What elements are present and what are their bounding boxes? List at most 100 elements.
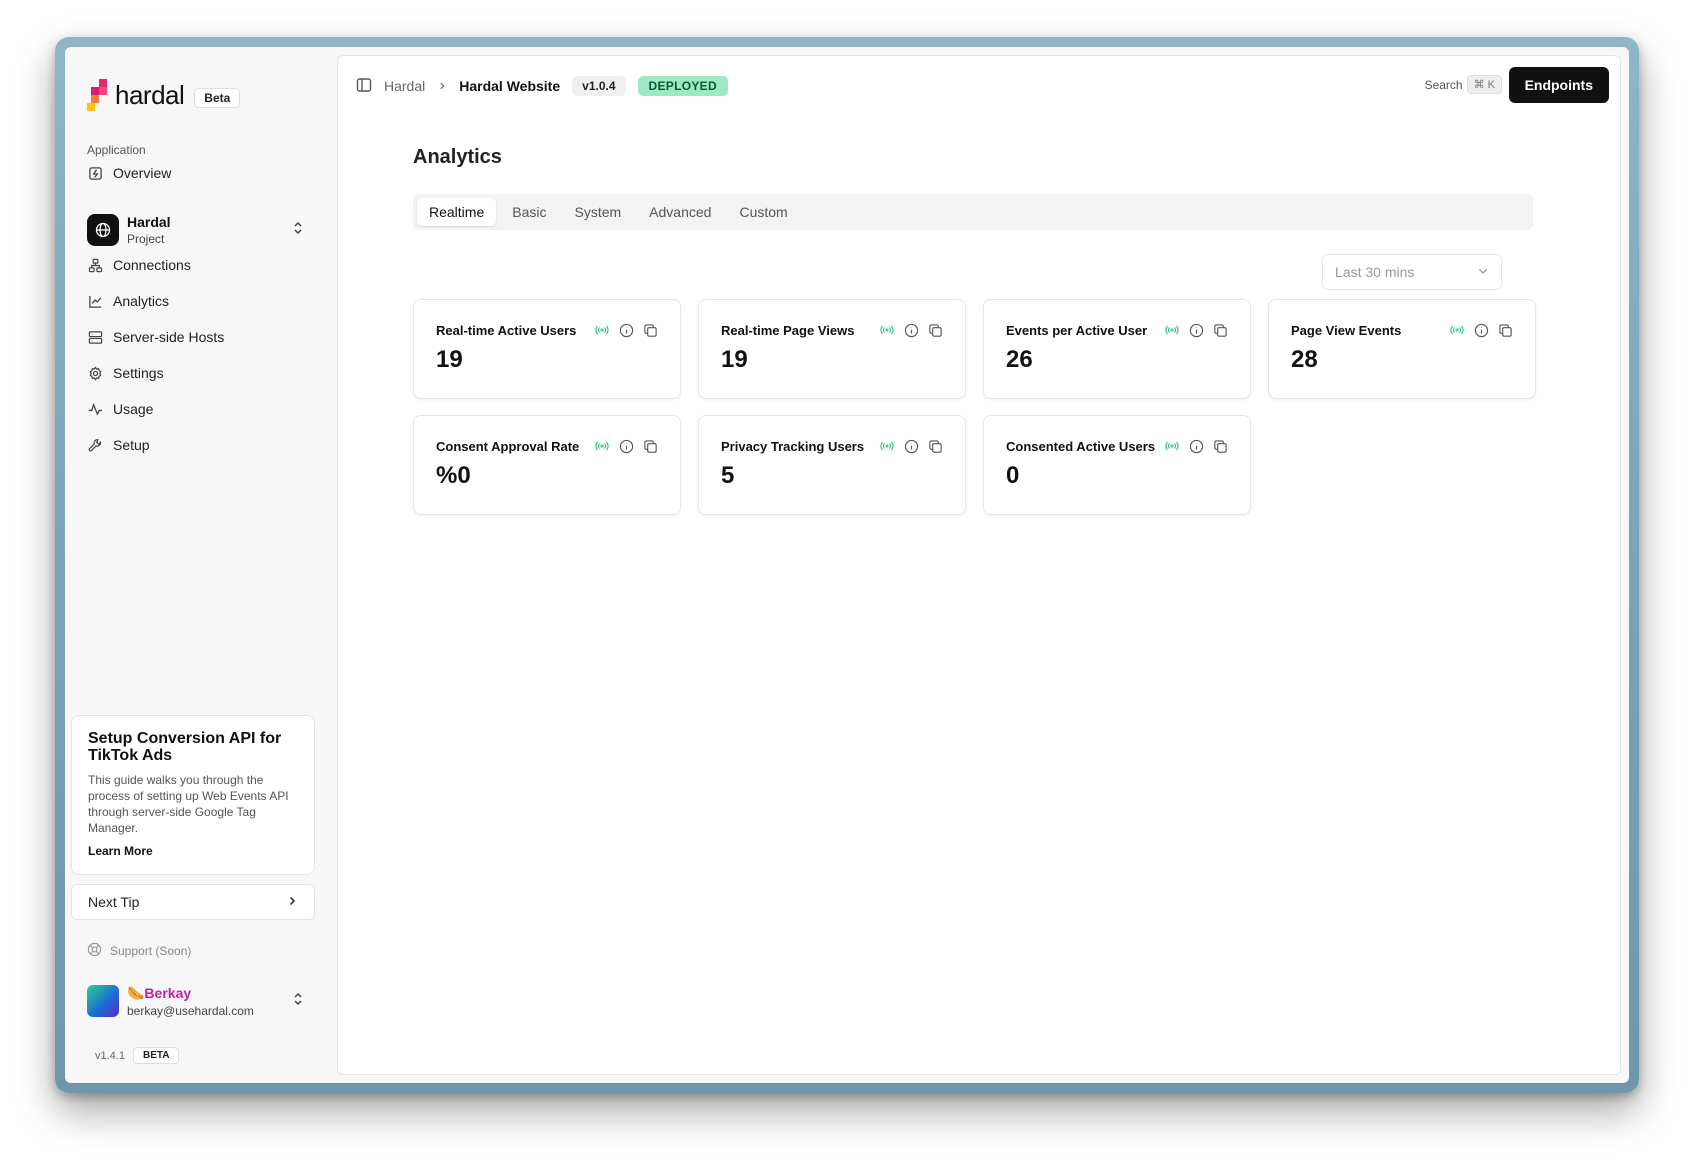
metric-title: Real-time Page Views [721, 322, 855, 338]
copy-icon[interactable] [642, 438, 658, 454]
chevrons-up-down-icon [291, 991, 305, 1012]
topbar: Hardal Hardal Website v1.0.4 DEPLOYED Se… [338, 56, 1620, 116]
metric-card: Privacy Tracking Users 5 [698, 415, 966, 515]
metric-title: Events per Active User [1006, 322, 1148, 338]
chevron-down-icon [1477, 264, 1489, 280]
section-label-application: Application [87, 143, 146, 157]
learn-more-link[interactable]: Learn More [88, 844, 153, 858]
info-icon[interactable] [903, 322, 919, 338]
sidebar-item-label: Usage [113, 401, 154, 417]
copy-icon[interactable] [1497, 322, 1513, 338]
support-link[interactable]: Support (Soon) [87, 942, 191, 960]
info-icon[interactable] [1188, 438, 1204, 454]
info-icon[interactable] [903, 438, 919, 454]
app-window: hardal Beta Application Overview Hardal [55, 37, 1639, 1093]
project-subtitle: Project [127, 232, 165, 246]
live-signal-icon [879, 438, 895, 454]
metric-card: Real-time Page Views 19 [698, 299, 966, 399]
search-label: Search [1424, 77, 1463, 92]
sidebar-toggle-icon[interactable] [356, 77, 372, 96]
sidebar-item-overview[interactable]: Overview [87, 165, 171, 181]
metric-title: Consent Approval Rate [436, 438, 580, 454]
sidebar: hardal Beta Application Overview Hardal [65, 47, 337, 1083]
page-title: Analytics [413, 146, 502, 168]
brand[interactable]: hardal Beta [87, 79, 241, 111]
breadcrumb: Hardal Hardal Website v1.0.4 DEPLOYED [356, 76, 728, 96]
sidebar-item-usage[interactable]: Usage [87, 401, 153, 417]
gear-icon [87, 365, 103, 381]
metric-value: 19 [721, 346, 748, 373]
info-icon[interactable] [1473, 322, 1489, 338]
copy-icon[interactable] [927, 438, 943, 454]
support-label: Support (Soon) [110, 944, 192, 958]
search-button[interactable]: Search ⌘ K [1425, 75, 1502, 94]
app-surface: hardal Beta Application Overview Hardal [65, 47, 1629, 1083]
metric-value: 5 [721, 462, 735, 489]
lifebuoy-icon [87, 942, 102, 960]
breadcrumb-current[interactable]: Hardal Website [459, 78, 560, 94]
live-signal-icon [879, 322, 895, 338]
copy-icon[interactable] [642, 322, 658, 338]
server-icon [87, 329, 103, 345]
breadcrumb-root[interactable]: Hardal [384, 78, 425, 94]
metric-card: Consented Active Users 0 [983, 415, 1251, 515]
tab-custom[interactable]: Custom [727, 198, 799, 226]
overview-icon [87, 165, 103, 181]
sidebar-item-connections[interactable]: Connections [87, 257, 191, 273]
chevrons-up-down-icon [291, 220, 305, 241]
next-tip-button[interactable]: Next Tip [71, 884, 315, 920]
search-shortcut: ⌘ K [1466, 75, 1502, 94]
version-text: v1.4.1 [95, 1049, 125, 1062]
avatar [87, 985, 119, 1017]
endpoints-button[interactable]: Endpoints [1508, 67, 1609, 103]
tab-basic[interactable]: Basic [500, 198, 558, 226]
user-name: 🌭Berkay [127, 984, 192, 1001]
sidebar-item-analytics[interactable]: Analytics [87, 293, 169, 309]
copy-icon[interactable] [927, 322, 943, 338]
wrench-icon [87, 437, 103, 453]
tab-realtime[interactable]: Realtime [417, 198, 497, 226]
tab-system[interactable]: System [562, 198, 633, 226]
copy-icon[interactable] [1212, 322, 1228, 338]
sidebar-item-label: Setup [113, 437, 150, 453]
copy-icon[interactable] [1212, 438, 1228, 454]
sidebar-item-label: Analytics [113, 293, 170, 309]
sidebar-item-label: Server-side Hosts [113, 329, 225, 345]
info-icon[interactable] [618, 322, 634, 338]
next-tip-label: Next Tip [88, 894, 140, 910]
sidebar-item-settings[interactable]: Settings [87, 365, 164, 381]
screenshot-stage: hardal Beta Application Overview Hardal [0, 0, 1694, 1167]
info-icon[interactable] [1188, 322, 1204, 338]
project-name: Hardal [127, 214, 171, 230]
version-badge: BETA [132, 1047, 180, 1064]
tip-title: Setup Conversion API for TikTok Ads [88, 730, 282, 764]
user-email: berkay@usehardal.com [127, 1003, 254, 1018]
metric-card: Events per Active User 26 [983, 299, 1251, 399]
live-signal-icon [1164, 438, 1180, 454]
status-badge: DEPLOYED [637, 76, 728, 96]
sidebar-item-server-side-hosts[interactable]: Server-side Hosts [87, 329, 224, 345]
metric-value: 19 [436, 346, 463, 373]
metric-card: Real-time Active Users 19 [413, 299, 681, 399]
tab-advanced[interactable]: Advanced [637, 198, 723, 226]
time-range-value: Last 30 mins [1335, 264, 1415, 280]
info-icon[interactable] [618, 438, 634, 454]
metric-value: 0 [1006, 462, 1020, 489]
chart-line-icon [87, 293, 103, 309]
metric-title: Real-time Active Users [436, 322, 577, 338]
live-signal-icon [594, 322, 610, 338]
project-switcher[interactable]: Hardal Project [87, 210, 305, 250]
tip-body: This guide walks you through the process… [88, 773, 289, 835]
live-signal-icon [1449, 322, 1465, 338]
live-signal-icon [594, 438, 610, 454]
main-panel: Hardal Hardal Website v1.0.4 DEPLOYED Se… [337, 55, 1621, 1075]
sidebar-item-label: Overview [113, 165, 172, 181]
sidebar-item-setup[interactable]: Setup [87, 437, 150, 453]
globe-icon [87, 214, 119, 246]
metric-card: Page View Events 28 [1268, 299, 1536, 399]
user-switcher[interactable]: 🌭Berkay berkay@usehardal.com [87, 981, 305, 1021]
time-range-select[interactable]: Last 30 mins [1322, 254, 1502, 290]
sidebar-item-label: Connections [113, 257, 191, 273]
metric-value: 26 [1006, 346, 1033, 373]
metric-card: Consent Approval Rate %0 [413, 415, 681, 515]
